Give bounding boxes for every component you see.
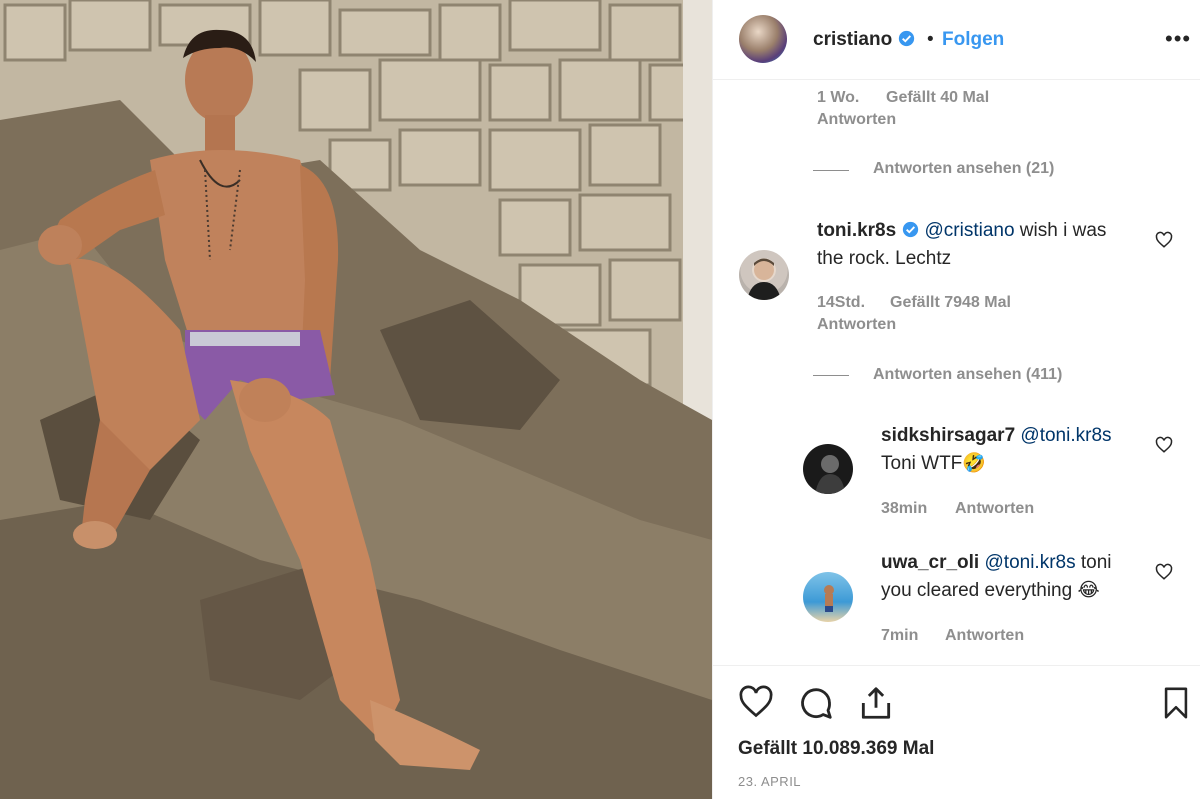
comment-time: 7min (881, 627, 919, 644)
commenter-avatar-drawing (815, 455, 845, 494)
heart-icon[interactable] (1155, 563, 1173, 581)
more-icon[interactable]: ••• (1165, 26, 1191, 52)
commenter-avatar-drawing (747, 258, 781, 300)
comment-username[interactable]: uwa_cr_oli (881, 552, 979, 573)
comment-time: 14Std. (817, 294, 866, 311)
separator-dot: • (927, 29, 934, 50)
commenter-avatar[interactable] (803, 444, 853, 494)
comment-username[interactable]: toni.kr8s (817, 220, 896, 241)
post-header: cristiano • Folgen ••• (713, 0, 1200, 80)
comment-time: 38min (881, 500, 928, 517)
comments-list[interactable]: 1 Wo. Gefällt 40 Mal Antworten Antworten… (713, 80, 1200, 664)
view-replies-button[interactable]: Antworten ansehen (21) (873, 160, 1054, 178)
comment-mention[interactable]: @cristiano (924, 220, 1014, 241)
comment-likes[interactable]: Gefällt 40 Mal (886, 89, 989, 107)
view-replies-button[interactable]: Antworten ansehen (411) (873, 366, 1062, 384)
post-actions: Gefällt 10.089.369 Mal 23. APRIL (713, 665, 1200, 800)
comment-text-line1: wish i was (1014, 220, 1107, 241)
heart-icon[interactable] (737, 684, 775, 720)
comment-text-line2: the rock. Lechtz (817, 248, 952, 269)
post-photo[interactable] (0, 0, 712, 799)
comment-time: 1 Wo. (817, 89, 860, 106)
reply-button[interactable]: Antworten (817, 316, 896, 334)
author-avatar[interactable] (739, 15, 787, 63)
replies-divider (813, 375, 849, 376)
comment-text: toni.kr8s @cristiano wish i was the rock… (817, 217, 1106, 273)
reply-button[interactable]: Antworten (817, 111, 896, 129)
comment-text: uwa_cr_oli @toni.kr8s toni you cleared e… (881, 549, 1112, 605)
heart-icon[interactable] (1155, 436, 1173, 454)
reply-button[interactable]: Antworten (945, 627, 1024, 645)
comment-likes[interactable]: Gefällt 7948 Mal (890, 294, 1011, 312)
comment-text-line2: Toni WTF🤣 (881, 453, 986, 474)
post-photo-drawing (0, 0, 712, 799)
comment-username[interactable]: sidkshirsagar7 (881, 425, 1015, 446)
post-sidebar: cristiano • Folgen ••• 1 Wo. Gefällt 40 … (712, 0, 1200, 800)
likes-count[interactable]: Gefällt 10.089.369 Mal (738, 738, 934, 760)
heart-icon[interactable] (1155, 231, 1173, 249)
reply-button[interactable]: Antworten (955, 500, 1034, 518)
author-username[interactable]: cristiano (813, 29, 915, 51)
commenter-avatar[interactable] (803, 572, 853, 622)
replies-divider (813, 170, 849, 171)
follow-button[interactable]: Folgen (942, 29, 1004, 51)
commenter-avatar[interactable] (739, 250, 789, 300)
verified-icon (903, 221, 919, 238)
commenter-avatar-drawing (824, 585, 834, 612)
post-date: 23. APRIL (738, 774, 802, 789)
comment-mention[interactable]: @toni.kr8s (985, 552, 1076, 573)
bookmark-icon[interactable] (1159, 684, 1193, 722)
share-icon[interactable] (857, 684, 895, 722)
verified-icon (899, 30, 915, 47)
author-username-text[interactable]: cristiano (813, 29, 892, 50)
comment-mention[interactable]: @toni.kr8s (1020, 425, 1111, 446)
comment-text-line2: you cleared everything 😂 (881, 580, 1100, 601)
comment-text-line1: toni (1075, 552, 1112, 573)
comment-icon[interactable] (797, 684, 835, 722)
comment-text: sidkshirsagar7 @toni.kr8s Toni WTF🤣 (881, 422, 1112, 478)
